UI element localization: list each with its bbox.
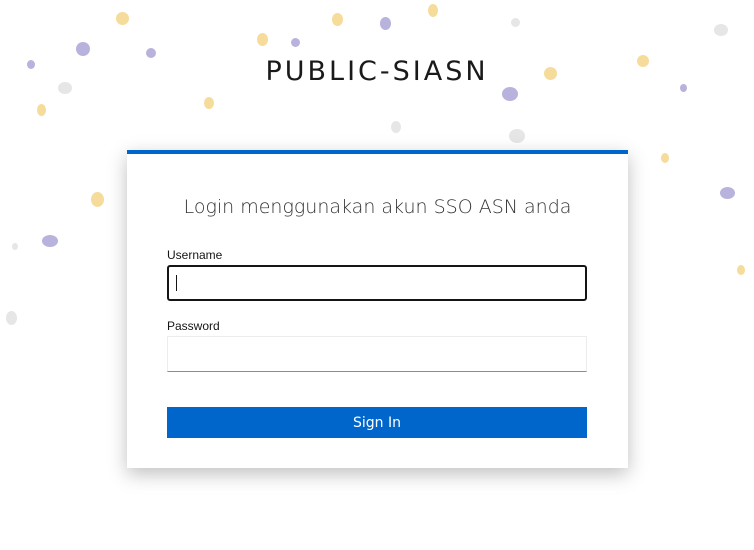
brand-title: PUBLIC-SIASN	[265, 56, 489, 87]
login-page: PUBLIC-SIASN Login menggunakan akun SSO …	[0, 0, 754, 550]
sign-in-button[interactable]: Sign In	[167, 407, 587, 438]
password-input[interactable]	[167, 336, 587, 372]
username-input[interactable]	[167, 265, 587, 301]
login-card: Login menggunakan akun SSO ASN anda User…	[127, 150, 628, 468]
username-label: Username	[167, 248, 223, 262]
login-heading: Login menggunakan akun SSO ASN anda	[183, 196, 572, 218]
text-cursor	[176, 275, 177, 291]
password-label: Password	[167, 319, 220, 333]
